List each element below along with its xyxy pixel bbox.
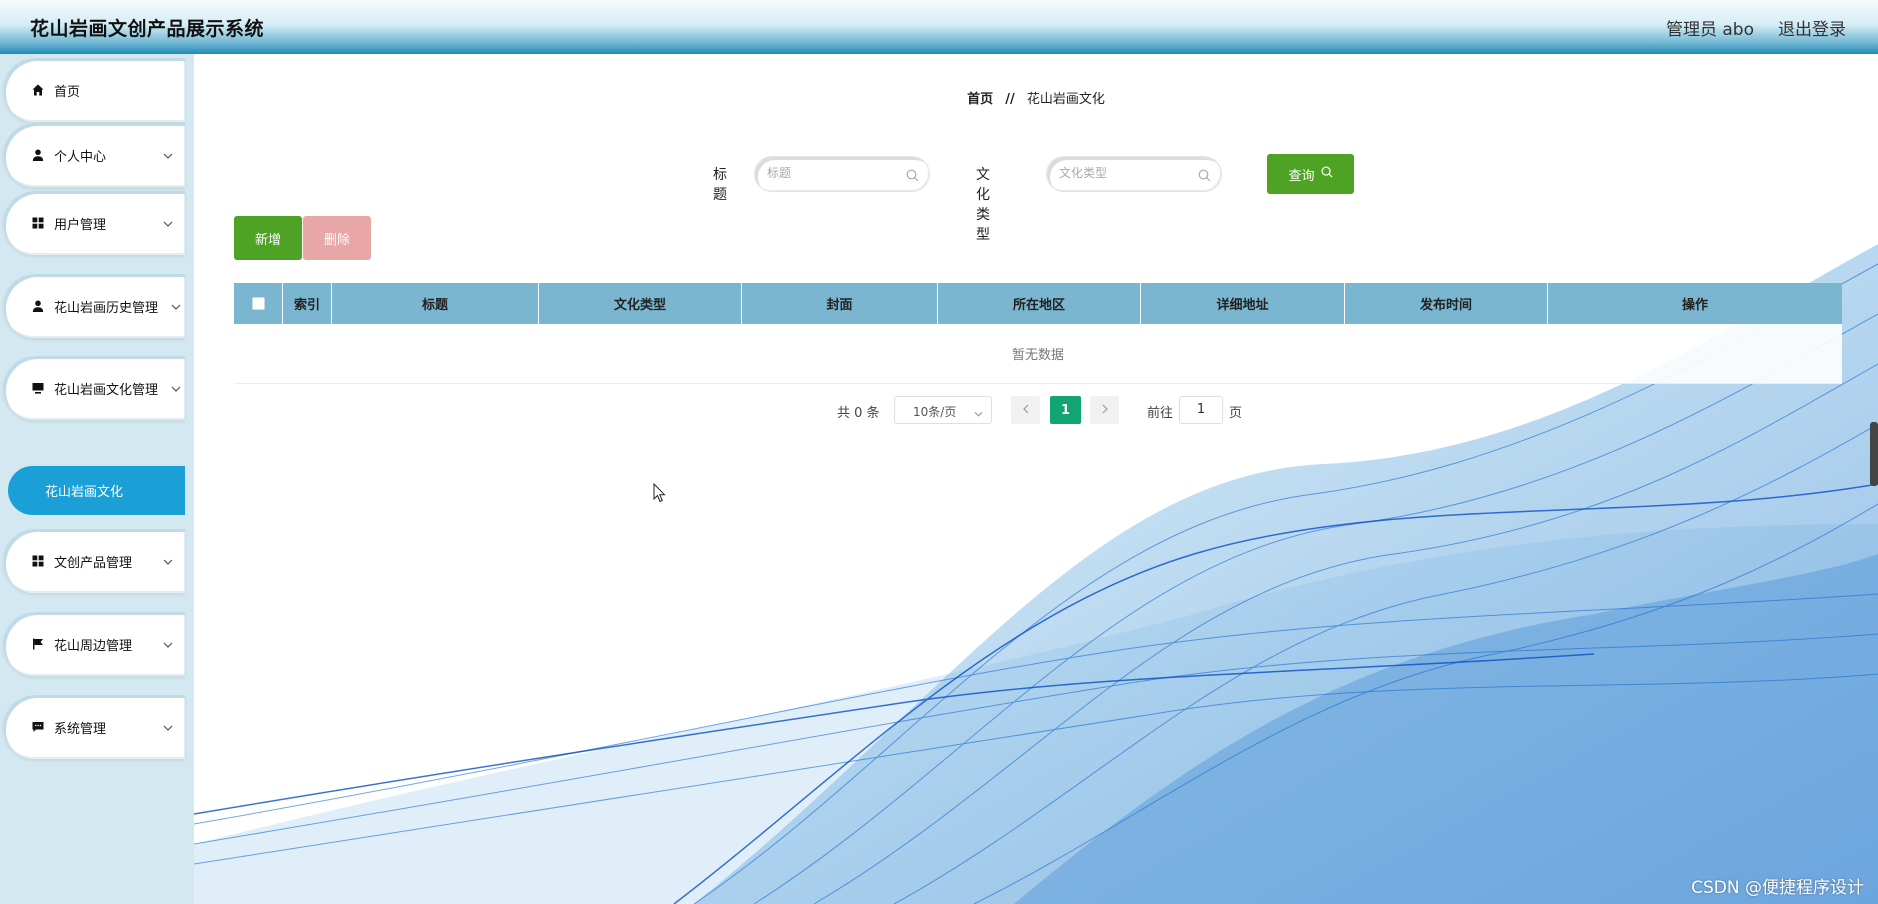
data-table: 索引 标题 文化类型 封面 所在地区 详细地址 发布时间 操作 暂无数据 — [234, 283, 1842, 384]
grid-icon — [31, 554, 45, 568]
chevron-down-icon — [163, 148, 173, 163]
main-content: 首页 // 花山岩画文化 标题 文化类型 查询 新增 删除 — [194, 54, 1878, 904]
table-empty-row: 暂无数据 — [234, 324, 1842, 384]
search-icon — [1198, 167, 1211, 186]
search-icon — [1321, 166, 1333, 182]
chevron-down-icon — [163, 554, 173, 569]
query-button[interactable]: 查询 — [1267, 154, 1354, 194]
goto-page-input[interactable]: 1 — [1179, 396, 1223, 424]
chevron-left-icon — [1022, 403, 1029, 418]
chevron-right-icon — [1102, 403, 1108, 418]
sidebar-item-label: 花山岩画文化管理 — [54, 382, 159, 398]
app-title: 花山岩画文创产品展示系统 — [30, 17, 265, 40]
header-user-area: 管理员 abo 退出登录 — [1666, 15, 1846, 40]
sidebar-item-personal-center[interactable]: 个人中心 — [3, 123, 185, 187]
sidebar-item-label: 首页 — [54, 84, 81, 100]
chevron-down-icon — [171, 299, 181, 314]
chevron-down-icon — [163, 637, 173, 652]
type-search-label: 文化类型 — [976, 167, 990, 243]
page-size-value: 10条/页 — [913, 405, 957, 419]
watermark: CSDN @便捷程序设计 — [1691, 878, 1864, 898]
column-header: 标题 — [332, 283, 539, 324]
query-button-label: 查询 — [1288, 168, 1315, 184]
type-search-field[interactable] — [1046, 156, 1222, 192]
page-size-select[interactable]: 10条/页 — [894, 396, 992, 424]
mouse-cursor-icon — [653, 482, 667, 507]
type-search-input[interactable] — [1059, 166, 1209, 180]
title-search-label: 标题 — [713, 167, 727, 203]
column-header: 操作 — [1681, 298, 1708, 313]
chat-icon — [31, 720, 45, 734]
breadcrumb: 首页 // 花山岩画文化 — [194, 88, 1878, 107]
chevron-down-icon — [163, 216, 173, 231]
flag-icon — [31, 637, 45, 651]
table-header: 索引 标题 文化类型 封面 所在地区 详细地址 发布时间 操作 — [234, 283, 1842, 324]
chevron-down-icon — [974, 406, 983, 420]
chevron-down-icon — [163, 720, 173, 735]
sidebar-subitem-culture[interactable]: 花山岩画文化 — [8, 466, 185, 515]
prev-page-button[interactable] — [1011, 396, 1040, 424]
breadcrumb-separator: // — [1005, 92, 1015, 107]
next-page-button[interactable] — [1090, 396, 1119, 424]
top-header: 花山岩画文创产品展示系统 管理员 abo 退出登录 — [0, 0, 1878, 54]
column-header: 发布时间 — [1345, 283, 1548, 324]
pagination: 共 0 条 10条/页 1 前往 1 页 — [194, 396, 1878, 426]
logout-link[interactable]: 退出登录 — [1778, 15, 1846, 40]
current-user: 管理员 abo — [1665, 19, 1754, 40]
sidebar-item-home[interactable]: 首页 — [3, 58, 185, 122]
search-icon — [906, 167, 919, 186]
select-all-checkbox[interactable] — [251, 297, 265, 310]
add-button[interactable]: 新增 — [234, 216, 302, 260]
column-header: 详细地址 — [1141, 283, 1345, 324]
breadcrumb-current: 花山岩画文化 — [1026, 92, 1105, 107]
scrollbar-thumb[interactable] — [1870, 422, 1878, 486]
home-icon — [31, 83, 45, 97]
monitor-icon — [31, 381, 45, 395]
sidebar-item-user-management[interactable]: 用户管理 — [3, 191, 185, 255]
person-icon — [31, 148, 45, 162]
wave-background — [194, 244, 1878, 904]
title-search-input[interactable] — [767, 166, 917, 180]
person-icon — [31, 299, 45, 313]
sidebar-item-history-management[interactable]: 花山岩画历史管理 — [3, 274, 185, 338]
column-header: 封面 — [742, 283, 938, 324]
sidebar-item-label: 花山岩画历史管理 — [54, 300, 159, 316]
sidebar-item-product-management[interactable]: 文创产品管理 — [3, 529, 185, 593]
column-header: 索引 — [283, 283, 332, 324]
column-header: 文化类型 — [539, 283, 742, 324]
breadcrumb-home[interactable]: 首页 — [967, 92, 993, 107]
grid-icon — [31, 216, 45, 230]
sidebar-item-surroundings-management[interactable]: 花山周边管理 — [3, 612, 185, 676]
column-header: 所在地区 — [938, 283, 1141, 324]
sidebar: 首页 个人中心 用户管理 花山岩画历史管理 花山岩画文化管理 花山岩画文化 文创… — [0, 54, 194, 904]
sidebar-item-culture-management[interactable]: 花山岩画文化管理 — [3, 356, 185, 420]
delete-button[interactable]: 删除 — [303, 216, 371, 260]
goto-unit: 页 — [1229, 406, 1243, 421]
sidebar-item-system-management[interactable]: 系统管理 — [3, 695, 185, 759]
chevron-down-icon — [171, 381, 181, 396]
goto-label: 前往 — [1147, 406, 1174, 421]
page-number-current[interactable]: 1 — [1050, 396, 1081, 424]
select-all-cell — [234, 283, 283, 324]
title-search-field[interactable] — [754, 156, 930, 192]
pagination-total: 共 0 条 — [837, 406, 880, 421]
